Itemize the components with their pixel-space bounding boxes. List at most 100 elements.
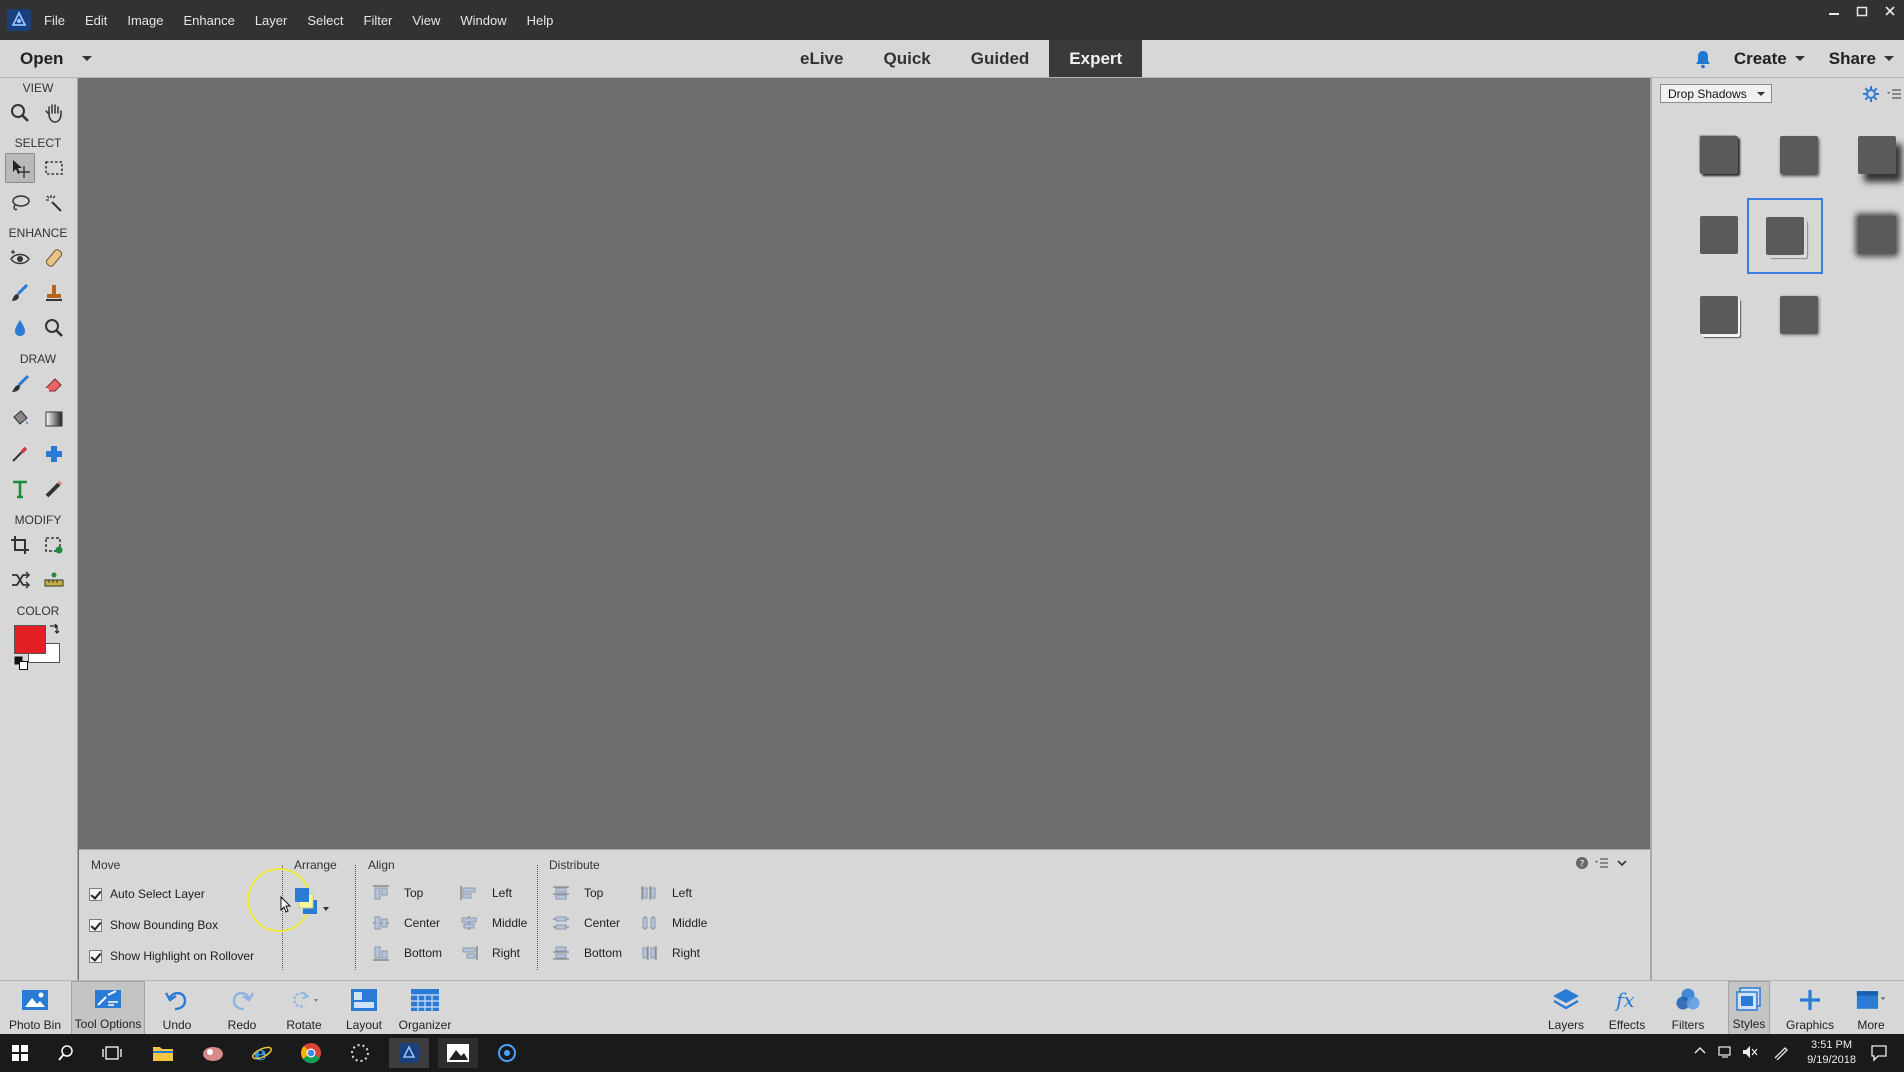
distribute-right-button[interactable]: Right	[640, 945, 700, 961]
foreground-color-box[interactable]	[14, 625, 46, 654]
red-eye-tool-icon[interactable]	[5, 243, 35, 273]
align-middle-button[interactable]: Middle	[460, 915, 527, 931]
action-center-icon[interactable]	[1870, 1044, 1888, 1062]
eraser-tool-icon[interactable]	[39, 369, 69, 399]
open-dropdown-icon[interactable]	[82, 56, 92, 61]
help-icon[interactable]: ?	[1575, 856, 1589, 870]
menu-enhance[interactable]: Enhance	[184, 13, 235, 28]
effects-button[interactable]: fx Effects	[1607, 981, 1647, 1035]
align-left-button[interactable]: Left	[460, 885, 512, 901]
pencil-tool-icon[interactable]	[39, 474, 69, 504]
arrange-icon[interactable]	[295, 886, 331, 920]
task-view-icon[interactable]	[92, 1038, 132, 1068]
options-menu-icon[interactable]	[1595, 856, 1609, 870]
hand-tool-icon[interactable]	[39, 98, 69, 128]
drop-shadow-style-4[interactable]	[1682, 198, 1756, 272]
redo-button[interactable]: Redo	[217, 981, 267, 1035]
drop-shadow-style-6[interactable]	[1840, 198, 1904, 272]
close-button[interactable]	[1876, 0, 1904, 22]
bell-icon[interactable]	[1694, 49, 1712, 69]
tool-options-button[interactable]: Tool Options	[71, 981, 145, 1035]
graphics-button[interactable]: Graphics	[1784, 981, 1836, 1035]
spot-healing-brush-icon[interactable]	[39, 243, 69, 273]
loading-app-icon[interactable]	[340, 1038, 380, 1068]
distribute-left-button[interactable]: Left	[640, 885, 692, 901]
custom-shape-tool-icon[interactable]	[39, 439, 69, 469]
zoom-tool-icon[interactable]	[5, 98, 35, 128]
move-tool-icon[interactable]	[5, 153, 35, 183]
photo-bin-button[interactable]: Photo Bin	[4, 981, 66, 1035]
menu-window[interactable]: Window	[460, 13, 506, 28]
share-button[interactable]: Share	[1829, 49, 1876, 69]
share-dropdown-icon[interactable]	[1884, 56, 1894, 61]
show-highlight-on-rollover-checkbox[interactable]: Show Highlight on Rollover	[89, 949, 254, 963]
collapse-chevron-icon[interactable]	[1615, 856, 1629, 870]
drop-shadow-style-7[interactable]	[1682, 278, 1756, 352]
blur-tool-icon[interactable]	[5, 313, 35, 343]
distribute-middle-button[interactable]: Middle	[640, 915, 707, 931]
content-aware-move-tool-icon[interactable]	[5, 565, 35, 595]
pen-input-icon[interactable]	[1773, 1044, 1789, 1060]
swap-colors-icon[interactable]	[48, 623, 60, 635]
tray-chevron-up-icon[interactable]	[1694, 1045, 1706, 1057]
rotate-button[interactable]: Rotate	[278, 981, 330, 1035]
search-icon[interactable]	[46, 1038, 86, 1068]
filters-button[interactable]: Filters	[1668, 981, 1708, 1035]
menu-filter[interactable]: Filter	[364, 13, 393, 28]
photos-app-icon[interactable]	[193, 1038, 233, 1068]
tab-quick[interactable]: Quick	[863, 40, 950, 77]
style-category-dropdown[interactable]: Drop Shadows	[1660, 84, 1772, 103]
gear-icon[interactable]	[1862, 85, 1880, 103]
menu-layer[interactable]: Layer	[255, 13, 288, 28]
volume-muted-icon[interactable]	[1742, 1045, 1758, 1059]
network-icon[interactable]	[1718, 1045, 1734, 1059]
distribute-bottom-button[interactable]: Bottom	[552, 945, 622, 961]
drop-shadow-style-2[interactable]	[1762, 118, 1836, 192]
tab-guided[interactable]: Guided	[951, 40, 1050, 77]
layers-button[interactable]: Layers	[1546, 981, 1586, 1035]
type-tool-icon[interactable]	[5, 474, 35, 504]
canvas-area[interactable]	[79, 78, 1650, 849]
tab-elive[interactable]: eLive	[780, 40, 863, 77]
menu-edit[interactable]: Edit	[85, 13, 107, 28]
recompose-tool-icon[interactable]	[39, 530, 69, 560]
layout-button[interactable]: Layout	[340, 981, 388, 1035]
auto-select-layer-checkbox[interactable]: Auto Select Layer	[89, 887, 205, 901]
tab-expert[interactable]: Expert	[1049, 40, 1143, 77]
clone-stamp-tool-icon[interactable]	[39, 278, 69, 308]
menu-image[interactable]: Image	[127, 13, 163, 28]
align-bottom-button[interactable]: Bottom	[372, 945, 442, 961]
align-right-button[interactable]: Right	[460, 945, 520, 961]
straighten-tool-icon[interactable]	[39, 565, 69, 595]
menu-file[interactable]: File	[44, 13, 65, 28]
paint-bucket-tool-icon[interactable]	[5, 404, 35, 434]
gradient-tool-icon[interactable]	[39, 404, 69, 434]
drop-shadow-style-3[interactable]	[1840, 118, 1904, 192]
undo-button[interactable]: Undo	[152, 981, 202, 1035]
menu-select[interactable]: Select	[307, 13, 343, 28]
distribute-top-button[interactable]: Top	[552, 885, 603, 901]
photoshop-elements-taskbar-icon[interactable]	[389, 1038, 429, 1068]
drop-shadow-style-5[interactable]	[1747, 198, 1823, 274]
panel-menu-icon[interactable]	[1886, 87, 1902, 101]
windows-start-icon[interactable]	[0, 1038, 40, 1068]
drop-shadow-style-8[interactable]	[1762, 278, 1836, 352]
restore-button[interactable]	[1848, 0, 1876, 22]
cortana-icon[interactable]	[487, 1038, 527, 1068]
photo-editor-taskbar-icon[interactable]	[438, 1038, 478, 1068]
brush-tool-icon[interactable]	[5, 369, 35, 399]
organizer-button[interactable]: Organizer	[396, 981, 454, 1035]
menu-help[interactable]: Help	[527, 13, 554, 28]
internet-explorer-icon[interactable]: e	[242, 1038, 282, 1068]
smart-brush-tool-icon[interactable]	[5, 278, 35, 308]
chrome-icon[interactable]	[291, 1038, 331, 1068]
system-clock[interactable]: 3:51 PM 9/19/2018	[1807, 1038, 1856, 1068]
default-colors-icon[interactable]	[14, 656, 28, 670]
file-explorer-icon[interactable]	[143, 1038, 183, 1068]
align-top-button[interactable]: Top	[372, 885, 423, 901]
quick-selection-tool-icon[interactable]	[39, 188, 69, 218]
drop-shadow-style-1[interactable]	[1682, 118, 1756, 192]
more-button[interactable]: More	[1851, 981, 1891, 1035]
align-center-button[interactable]: Center	[372, 915, 440, 931]
styles-button[interactable]: Styles	[1728, 981, 1770, 1035]
